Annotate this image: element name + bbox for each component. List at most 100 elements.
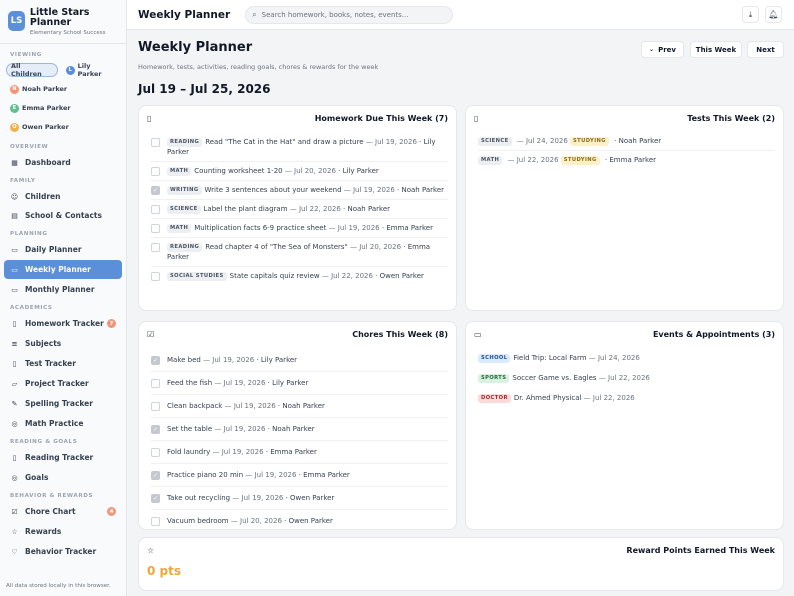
chore-checkbox[interactable]	[151, 379, 160, 388]
sidebar-item-goals[interactable]: ◎ Goals	[4, 468, 122, 487]
notifications-button[interactable]: 🔔︎	[765, 6, 782, 23]
chip-owen-parker[interactable]: O Owen Parker	[6, 120, 73, 134]
homework-card: ▯ Homework Due This Week (7) READING Read…	[138, 105, 457, 311]
events-list: SCHOOL Field Trip: Local Farm — Jul 24, 2…	[466, 348, 783, 408]
download-icon: ⤓	[748, 9, 753, 19]
sidebar-item-math-practice[interactable]: ◎ Math Practice	[4, 414, 122, 433]
sidebar-item-behavior-tracker[interactable]: ♡ Behavior Tracker	[4, 542, 122, 561]
this-week-button[interactable]: This Week	[690, 41, 742, 58]
chip-all-children[interactable]: All Children	[6, 62, 58, 78]
download-button[interactable]: ⤓	[742, 6, 759, 23]
smile-icon: ☺	[10, 192, 19, 201]
next-week-button[interactable]: Next	[747, 41, 784, 58]
sidebar-item-monthly-planner[interactable]: ▭ Monthly Planner	[4, 280, 122, 299]
events-card: ▭ Events & Appointments (3) SCHOOL Field …	[465, 321, 784, 530]
event-row[interactable]: SCHOOL Field Trip: Local Farm — Jul 24, 2…	[478, 348, 775, 368]
search-icon: ⌕	[252, 9, 257, 19]
behavior-rewards-label: BEHAVIOR & REWARDS	[10, 493, 94, 499]
chip-emma-parker[interactable]: E Emma Parker	[6, 101, 75, 115]
app: LS Little Stars Planner Elementary Schoo…	[0, 0, 794, 596]
chip-noah-parker[interactable]: N Noah Parker	[6, 82, 71, 96]
calendar-icon: ▭	[11, 245, 18, 254]
sidebar-item-homework-tracker[interactable]: ▯ Homework Tracker 7	[4, 314, 122, 333]
sidebar-item-children[interactable]: ☺ Children	[4, 187, 122, 206]
chore-checkbox[interactable]	[151, 448, 160, 457]
checkbox-icon: ☑	[147, 330, 155, 339]
grid-icon: ▦	[11, 158, 18, 167]
chore-row: Vacuum bedroom — Jul 20, 2026 · Owen Par…	[151, 510, 448, 532]
chore-row: Fold laundry — Jul 19, 2026 · Emma Parke…	[151, 441, 448, 464]
test-row[interactable]: MATH — Jul 22, 2026 STUDYING · Emma Park…	[478, 151, 775, 169]
sidebar-item-weekly-planner[interactable]: ▭ Weekly Planner	[4, 260, 122, 279]
sidebar-item-chore-chart[interactable]: ☑ Chore Chart 4	[4, 502, 122, 521]
book-icon: ▯	[147, 114, 152, 123]
chore-row: ✓ Practice piano 20 min — Jul 19, 2026 · …	[151, 464, 448, 487]
chore-row: ✓ Take out recycling — Jul 19, 2026 · Owe…	[151, 487, 448, 510]
sidebar-item-daily-planner[interactable]: ▭ Daily Planner	[4, 240, 122, 259]
layers-icon: ≡	[11, 339, 18, 348]
event-row[interactable]: DOCTOR Dr. Ahmed Physical — Jul 22, 2026	[478, 388, 775, 408]
chore-checkbox[interactable]: ✓	[151, 494, 160, 503]
chevron-down-icon: ⌄	[649, 46, 655, 53]
sidebar-item-dashboard[interactable]: ▦ Dashboard	[4, 153, 122, 172]
document-icon: ▯	[474, 114, 479, 123]
heart-icon: ♡	[11, 547, 18, 556]
sidebar-item-school-contacts[interactable]: ▤ School & Contacts	[4, 206, 122, 225]
homework-card-title: Homework Due This Week (7)	[314, 114, 448, 123]
count-badge: 4	[107, 507, 116, 516]
page-subtitle: Homework, tests, activities, reading goa…	[138, 63, 379, 71]
academics-label: ACADEMICS	[10, 305, 53, 311]
calendar-icon: ▭	[11, 285, 18, 294]
test-row[interactable]: SCIENCE — Jul 24, 2026 STUDYING · Noah P…	[478, 132, 775, 151]
star-icon: ☆	[11, 527, 18, 536]
homework-row: SOCIAL STUDIES State capitals quiz review…	[151, 267, 448, 285]
sidebar-item-subjects[interactable]: ≡ Subjects	[4, 334, 122, 353]
avatar: N	[10, 84, 19, 94]
chores-list: ✓ Make bed — Jul 19, 2026 · Lily Parker F…	[139, 349, 456, 532]
chore-checkbox[interactable]: ✓	[151, 356, 160, 365]
target-icon: ◎	[11, 473, 18, 482]
pencil-icon: ✎	[11, 399, 18, 408]
prev-week-button[interactable]: ⌄ Prev	[641, 41, 684, 58]
reward-points-value: 0 pts	[147, 564, 181, 578]
search-input[interactable]: ⌕ Search homework, books, notes, events.…	[245, 5, 454, 24]
chore-checkbox[interactable]: ✓	[151, 425, 160, 434]
sidebar-item-project-tracker[interactable]: ▱ Project Tracker	[4, 374, 122, 393]
sidebar-item-rewards[interactable]: ☆ Rewards	[4, 522, 122, 541]
homework-checkbox[interactable]	[151, 243, 160, 252]
avatar: L	[65, 65, 75, 75]
chore-row: ✓ Make bed — Jul 19, 2026 · Lily Parker	[151, 349, 448, 372]
folder-icon: ▱	[11, 379, 18, 388]
chore-checkbox[interactable]	[151, 517, 160, 526]
homework-checkbox[interactable]	[151, 167, 160, 176]
chore-row: Clean backpack — Jul 19, 2026 · Noah Par…	[151, 395, 448, 418]
homework-checkbox[interactable]	[151, 138, 160, 147]
sidebar-item-reading-tracker[interactable]: ▯ Reading Tracker	[4, 448, 122, 467]
status-badge: STUDYING	[570, 137, 609, 146]
sidebar-item-spelling-tracker[interactable]: ✎ Spelling Tracker	[4, 394, 122, 413]
sidebar: LS Little Stars Planner Elementary Schoo…	[0, 0, 127, 596]
avatar: O	[10, 122, 19, 132]
reading-goals-label: READING & GOALS	[10, 439, 78, 445]
chore-checkbox[interactable]	[151, 402, 160, 411]
checkbox-icon: ☑	[11, 507, 18, 516]
calendar-icon: ▭	[474, 330, 482, 339]
status-badge: STUDYING	[560, 156, 600, 165]
rewards-card: ☆ Reward Points Earned This Week 0 pts	[138, 537, 784, 591]
avatar: E	[10, 103, 19, 113]
homework-checkbox[interactable]	[151, 224, 160, 233]
homework-checkbox[interactable]	[151, 272, 160, 281]
tests-list: SCIENCE — Jul 24, 2026 STUDYING · Noah P…	[466, 132, 783, 169]
brand-subtitle: Elementary School Success	[29, 30, 106, 36]
homework-row: MATH Counting worksheet 1-20 — Jul 20, 20…	[151, 162, 448, 181]
chores-card: ☑ Chores This Week (8) ✓ Make bed — Jul 1…	[138, 321, 457, 530]
homework-checkbox[interactable]: ✓	[151, 186, 160, 195]
chip-lily-parker[interactable]: L Lily Parker	[62, 62, 120, 78]
chore-checkbox[interactable]: ✓	[151, 471, 160, 480]
sidebar-item-test-tracker[interactable]: ▯ Test Tracker	[4, 354, 122, 373]
homework-row: ✓ WRITING Write 3 sentences about your wee…	[151, 181, 448, 200]
date-range: Jul 19 – Jul 25, 2026	[138, 82, 271, 96]
event-row[interactable]: SPORTS Soccer Game vs. Eagles — Jul 22, 2…	[478, 368, 775, 388]
chores-card-title: Chores This Week (8)	[352, 330, 448, 339]
homework-checkbox[interactable]	[151, 205, 160, 214]
